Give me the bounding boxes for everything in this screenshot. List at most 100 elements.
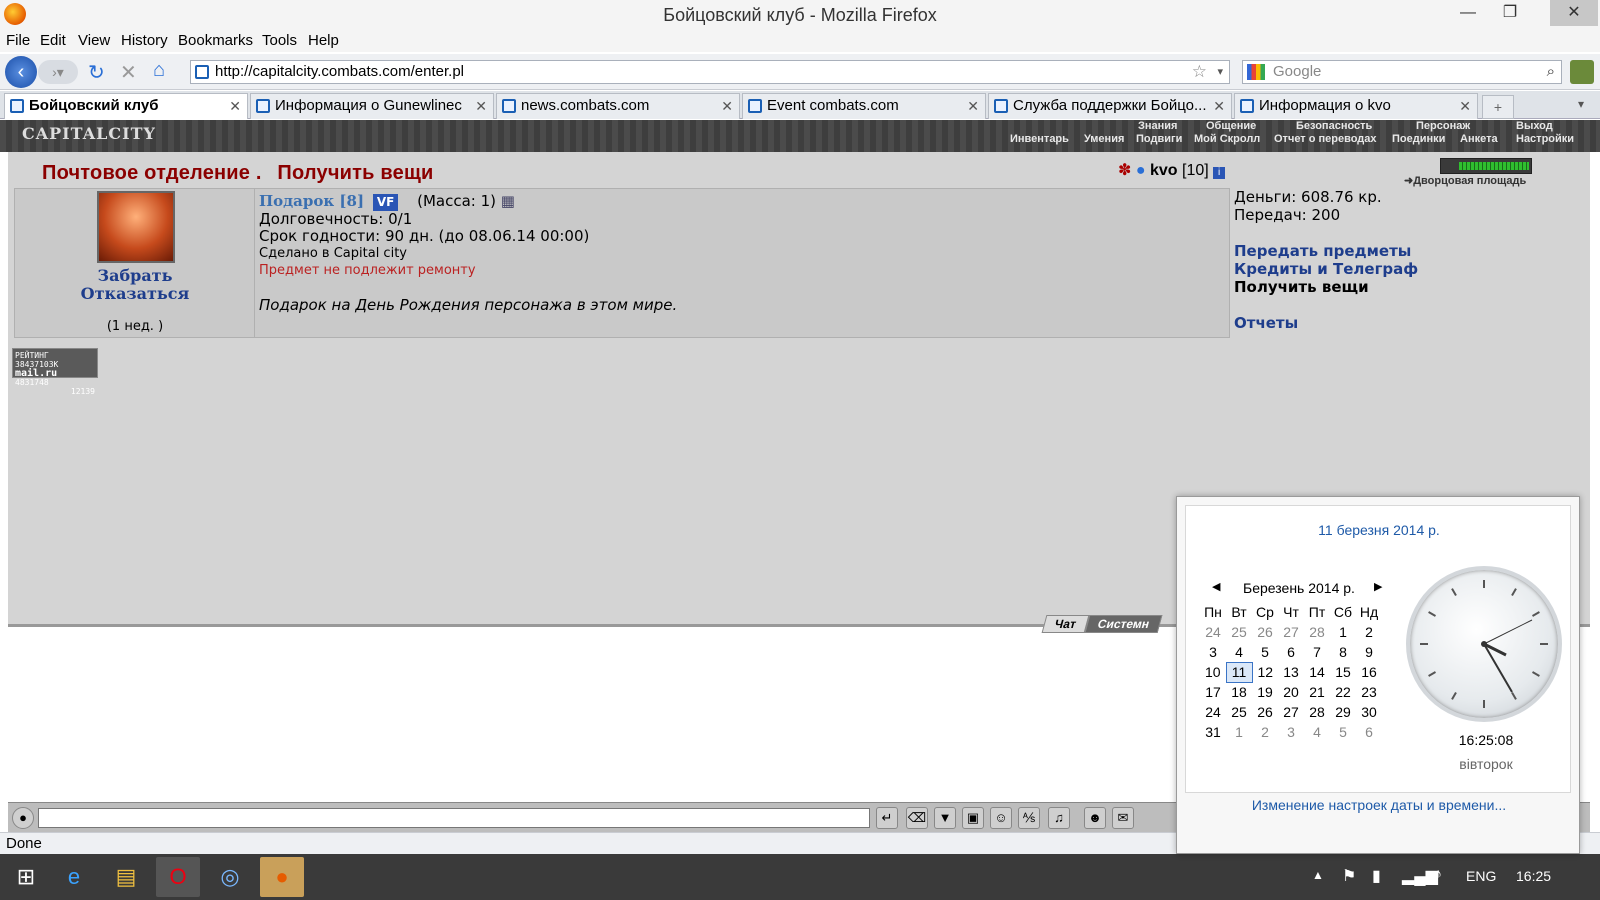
- info-icon[interactable]: i: [1213, 167, 1226, 179]
- refuse-link[interactable]: Отказаться: [15, 285, 255, 303]
- calendar-day[interactable]: 10: [1200, 662, 1226, 682]
- opera-icon[interactable]: O: [156, 857, 200, 897]
- item-name-link[interactable]: Подарок [8]: [259, 192, 364, 210]
- sound-icon[interactable]: ♫: [1048, 807, 1070, 829]
- calendar-day[interactable]: 13: [1278, 662, 1304, 682]
- calendar-day[interactable]: 18: [1226, 682, 1252, 702]
- home-icon[interactable]: ⌂: [153, 59, 165, 82]
- network-icon[interactable]: ▂▄▆: [1402, 866, 1438, 886]
- menu-communication[interactable]: Общение: [1206, 120, 1256, 132]
- close-tab-icon[interactable]: ✕: [475, 94, 487, 118]
- start-icon[interactable]: ⊞: [4, 857, 48, 897]
- chat-settings-icon[interactable]: ●: [12, 807, 34, 829]
- credits-telegraph-link[interactable]: Кредиты и Телеграф: [1234, 260, 1574, 278]
- user-name[interactable]: kvo: [1150, 162, 1178, 179]
- app-icon[interactable]: ◎: [208, 857, 252, 897]
- calendar-day[interactable]: 26: [1252, 702, 1278, 722]
- tab-news-combats[interactable]: news.combats.com ✕: [496, 93, 740, 119]
- chat-menu-icon[interactable]: ✉: [1112, 807, 1134, 829]
- tab-fight-club[interactable]: Бойцовский клуб ✕: [4, 93, 248, 119]
- calendar-day[interactable]: 27: [1278, 702, 1304, 722]
- calendar-day[interactable]: 15: [1330, 662, 1356, 682]
- calendar-day[interactable]: 12: [1252, 662, 1278, 682]
- explorer-icon[interactable]: ▤: [104, 857, 148, 897]
- calendar-day[interactable]: 31: [1200, 722, 1226, 742]
- tray-expand-icon[interactable]: ▲: [1312, 868, 1324, 882]
- tray-clock[interactable]: 16:25: [1516, 868, 1551, 884]
- submenu-settings[interactable]: Настройки: [1516, 133, 1574, 146]
- menu-history[interactable]: History: [121, 32, 168, 49]
- next-month-icon[interactable]: ▶: [1374, 580, 1382, 593]
- addon-icon[interactable]: [1570, 60, 1594, 84]
- transfer-items-link[interactable]: Передать предметы: [1234, 242, 1574, 260]
- calendar-day[interactable]: 22: [1330, 682, 1356, 702]
- tab-support[interactable]: Служба поддержки Бойцо... ✕: [988, 93, 1232, 119]
- translit-icon[interactable]: ⅍: [1018, 807, 1040, 829]
- url-dropdown-icon[interactable]: ▾: [1217, 61, 1223, 83]
- calendar-day[interactable]: 3: [1278, 722, 1304, 742]
- close-tab-icon[interactable]: ✕: [229, 94, 241, 118]
- tab-system[interactable]: Системн: [1084, 615, 1163, 633]
- reload-icon[interactable]: ↻: [88, 60, 105, 85]
- calendar-day[interactable]: 5: [1252, 642, 1278, 662]
- tab-event-combats[interactable]: Event combats.com ✕: [742, 93, 986, 119]
- menu-knowledge[interactable]: Знания: [1138, 120, 1177, 132]
- send-icon[interactable]: ↵: [876, 807, 898, 829]
- calendar-day[interactable]: 5: [1330, 722, 1356, 742]
- calendar-day[interactable]: 28: [1304, 622, 1330, 642]
- calendar-day[interactable]: 6: [1356, 722, 1382, 742]
- close-tab-icon[interactable]: ✕: [967, 94, 979, 118]
- new-tab-icon[interactable]: +: [1482, 95, 1514, 119]
- firefox-taskbar-icon[interactable]: ●: [260, 857, 304, 897]
- calendar-day[interactable]: 25: [1226, 702, 1252, 722]
- calendar-day[interactable]: 1: [1330, 622, 1356, 642]
- menu-tools[interactable]: Tools: [262, 32, 297, 49]
- url-bar[interactable]: http://capitalcity.combats.com/enter.pl …: [190, 60, 1230, 84]
- calendar-day[interactable]: 25: [1226, 622, 1252, 642]
- menu-view[interactable]: View: [78, 32, 110, 49]
- ie-icon[interactable]: e: [52, 857, 96, 897]
- forward-icon[interactable]: ›▾: [38, 60, 78, 84]
- stop-icon[interactable]: ✕: [120, 60, 137, 85]
- calendar-day[interactable]: 4: [1226, 642, 1252, 662]
- reports-link[interactable]: Отчеты: [1234, 314, 1574, 332]
- chat-input[interactable]: [38, 808, 870, 828]
- close-tab-icon[interactable]: ✕: [1459, 94, 1471, 118]
- location-link[interactable]: ➜Дворцовая площадь: [1404, 174, 1526, 187]
- menu-exit[interactable]: Выход: [1516, 120, 1553, 132]
- clear-icon[interactable]: ⌫: [906, 807, 928, 829]
- language-indicator[interactable]: ENG: [1466, 868, 1496, 884]
- take-link[interactable]: Забрать: [15, 267, 255, 285]
- calendar-day[interactable]: 14: [1304, 662, 1330, 682]
- back-icon[interactable]: ‹: [5, 56, 37, 88]
- calendar-day[interactable]: 24: [1200, 622, 1226, 642]
- calendar-day[interactable]: 23: [1356, 682, 1382, 702]
- calendar-day[interactable]: 8: [1330, 642, 1356, 662]
- calendar-day[interactable]: 26: [1252, 622, 1278, 642]
- calendar-day[interactable]: 21: [1304, 682, 1330, 702]
- minimize-icon[interactable]: —: [1448, 0, 1488, 26]
- menu-bookmarks[interactable]: Bookmarks: [178, 32, 253, 49]
- calendar-day-today[interactable]: 11: [1225, 661, 1253, 683]
- calendar-day[interactable]: 29: [1330, 702, 1356, 722]
- action-center-icon[interactable]: ⚑: [1342, 866, 1356, 886]
- calendar-day[interactable]: 17: [1200, 682, 1226, 702]
- submenu-duels[interactable]: Поединки: [1392, 133, 1445, 146]
- calendar-day[interactable]: 4: [1304, 722, 1330, 742]
- tab-info-kvo[interactable]: Информация о kvo ✕: [1234, 93, 1478, 119]
- date-time-settings-link[interactable]: Изменение настроек даты и времени...: [1177, 797, 1581, 813]
- submenu-transfer-report[interactable]: Отчет о переводах: [1274, 133, 1377, 146]
- mailru-counter[interactable]: РЕЙТИНГ 38437103K mail.ru 4831748 12139: [12, 348, 98, 396]
- users-icon[interactable]: ☺: [990, 807, 1012, 829]
- close-tab-icon[interactable]: ✕: [721, 94, 733, 118]
- calendar-day[interactable]: 3: [1200, 642, 1226, 662]
- menu-security[interactable]: Безопасность: [1296, 120, 1372, 132]
- search-input[interactable]: Google ⌕: [1242, 60, 1562, 84]
- calendar-day[interactable]: 27: [1278, 622, 1304, 642]
- submenu-profile[interactable]: Анкета: [1460, 133, 1498, 146]
- calendar-day[interactable]: 24: [1200, 702, 1226, 722]
- battery-icon[interactable]: ▮: [1372, 866, 1381, 886]
- google-engine-icon[interactable]: [1247, 64, 1265, 80]
- calendar-month[interactable]: Березень 2014 р.: [1206, 580, 1392, 596]
- calendar-day[interactable]: 1: [1226, 722, 1252, 742]
